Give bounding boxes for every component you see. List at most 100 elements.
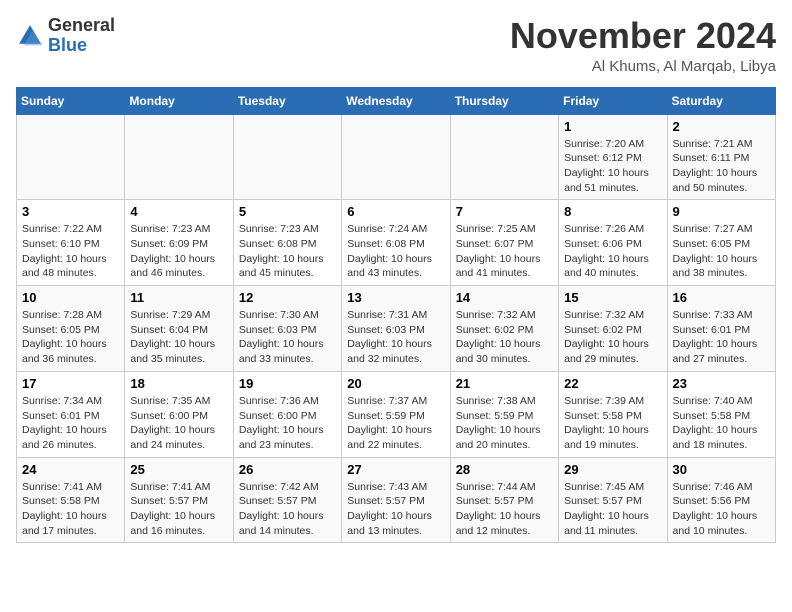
day-number: 18	[130, 376, 227, 391]
cell-content: Sunrise: 7:37 AM Sunset: 5:59 PM Dayligh…	[347, 394, 444, 453]
calendar-cell-3-6: 15Sunrise: 7:32 AM Sunset: 6:02 PM Dayli…	[559, 286, 667, 372]
calendar-cell-5-7: 30 Sunrise: 7:46 AM Sunset: 5:56 PM Dayli…	[667, 457, 775, 543]
calendar-cell-1-2	[125, 114, 233, 200]
month-year: November 2024	[510, 16, 776, 56]
calendar-cell-3-1: 10Sunrise: 7:28 AM Sunset: 6:05 PM Dayli…	[17, 286, 125, 372]
cell-content: Sunrise: 7:22 AM Sunset: 6:10 PM Dayligh…	[22, 222, 119, 281]
calendar-cell-2-6: 8Sunrise: 7:26 AM Sunset: 6:06 PM Daylig…	[559, 200, 667, 286]
cell-content: Sunrise: 7:46 AM Sunset: 5:56 PM Dayligh…	[673, 480, 770, 539]
day-number: 9	[673, 204, 770, 219]
cell-content: Sunrise: 7:32 AM Sunset: 6:02 PM Dayligh…	[456, 308, 553, 367]
logo-text: General Blue	[48, 16, 115, 56]
calendar-cell-5-1: 24 Sunrise: 7:41 AM Sunset: 5:58 PM Dayli…	[17, 457, 125, 543]
cell-content: Sunrise: 7:42 AM Sunset: 5:57 PM Dayligh…	[239, 480, 336, 539]
cell-content: Sunrise: 7:28 AM Sunset: 6:05 PM Dayligh…	[22, 308, 119, 367]
cell-content: Sunrise: 7:33 AM Sunset: 6:01 PM Dayligh…	[673, 308, 770, 367]
logo-icon	[16, 22, 44, 50]
cell-content: Sunrise: 7:36 AM Sunset: 6:00 PM Dayligh…	[239, 394, 336, 453]
calendar-cell-5-3: 26 Sunrise: 7:42 AM Sunset: 5:57 PM Dayli…	[233, 457, 341, 543]
day-number: 23	[673, 376, 770, 391]
weekday-header-row: SundayMondayTuesdayWednesdayThursdayFrid…	[17, 87, 776, 114]
cell-content: Sunrise: 7:38 AM Sunset: 5:59 PM Dayligh…	[456, 394, 553, 453]
weekday-header-thursday: Thursday	[450, 87, 558, 114]
weekday-header-friday: Friday	[559, 87, 667, 114]
cell-content: Sunrise: 7:41 AM Sunset: 5:58 PM Dayligh…	[22, 480, 119, 539]
cell-content: Sunrise: 7:27 AM Sunset: 6:05 PM Dayligh…	[673, 222, 770, 281]
cell-content: Sunrise: 7:24 AM Sunset: 6:08 PM Dayligh…	[347, 222, 444, 281]
day-number: 1	[564, 119, 661, 134]
calendar-week-3: 10Sunrise: 7:28 AM Sunset: 6:05 PM Dayli…	[17, 286, 776, 372]
location: Al Khums, Al Marqab, Libya	[510, 58, 776, 75]
day-number: 22	[564, 376, 661, 391]
calendar-cell-3-2: 11 Sunrise: 7:29 AM Sunset: 6:04 PM Dayli…	[125, 286, 233, 372]
calendar-cell-5-6: 29 Sunrise: 7:45 AM Sunset: 5:57 PM Dayli…	[559, 457, 667, 543]
calendar-cell-1-1	[17, 114, 125, 200]
title-block: November 2024 Al Khums, Al Marqab, Libya	[510, 16, 776, 75]
day-number: 25	[130, 462, 227, 477]
day-number: 6	[347, 204, 444, 219]
cell-content: Sunrise: 7:23 AM Sunset: 6:09 PM Dayligh…	[130, 222, 227, 281]
calendar-cell-4-2: 18 Sunrise: 7:35 AM Sunset: 6:00 PM Dayli…	[125, 371, 233, 457]
calendar-cell-2-2: 4 Sunrise: 7:23 AM Sunset: 6:09 PM Daylig…	[125, 200, 233, 286]
day-number: 14	[456, 290, 553, 305]
cell-content: Sunrise: 7:21 AM Sunset: 6:11 PM Dayligh…	[673, 137, 770, 196]
day-number: 2	[673, 119, 770, 134]
cell-content: Sunrise: 7:40 AM Sunset: 5:58 PM Dayligh…	[673, 394, 770, 453]
logo-general-text: General	[48, 15, 115, 35]
calendar-cell-5-2: 25 Sunrise: 7:41 AM Sunset: 5:57 PM Dayli…	[125, 457, 233, 543]
calendar-body: 1 Sunrise: 7:20 AM Sunset: 6:12 PM Daylig…	[17, 114, 776, 543]
calendar-cell-4-6: 22Sunrise: 7:39 AM Sunset: 5:58 PM Dayli…	[559, 371, 667, 457]
calendar-cell-3-7: 16 Sunrise: 7:33 AM Sunset: 6:01 PM Dayli…	[667, 286, 775, 372]
weekday-header-saturday: Saturday	[667, 87, 775, 114]
calendar-cell-3-3: 12 Sunrise: 7:30 AM Sunset: 6:03 PM Dayli…	[233, 286, 341, 372]
cell-content: Sunrise: 7:41 AM Sunset: 5:57 PM Dayligh…	[130, 480, 227, 539]
calendar-cell-4-3: 19Sunrise: 7:36 AM Sunset: 6:00 PM Dayli…	[233, 371, 341, 457]
cell-content: Sunrise: 7:20 AM Sunset: 6:12 PM Dayligh…	[564, 137, 661, 196]
day-number: 11	[130, 290, 227, 305]
day-number: 17	[22, 376, 119, 391]
day-number: 27	[347, 462, 444, 477]
calendar-cell-2-7: 9 Sunrise: 7:27 AM Sunset: 6:05 PM Daylig…	[667, 200, 775, 286]
calendar-cell-2-5: 7Sunrise: 7:25 AM Sunset: 6:07 PM Daylig…	[450, 200, 558, 286]
calendar-cell-3-4: 13Sunrise: 7:31 AM Sunset: 6:03 PM Dayli…	[342, 286, 450, 372]
weekday-header-sunday: Sunday	[17, 87, 125, 114]
logo-blue-text: Blue	[48, 35, 87, 55]
calendar-cell-2-1: 3 Sunrise: 7:22 AM Sunset: 6:10 PM Daylig…	[17, 200, 125, 286]
calendar-cell-2-3: 5 Sunrise: 7:23 AM Sunset: 6:08 PM Daylig…	[233, 200, 341, 286]
cell-content: Sunrise: 7:35 AM Sunset: 6:00 PM Dayligh…	[130, 394, 227, 453]
calendar-cell-3-5: 14 Sunrise: 7:32 AM Sunset: 6:02 PM Dayli…	[450, 286, 558, 372]
calendar-week-4: 17 Sunrise: 7:34 AM Sunset: 6:01 PM Dayli…	[17, 371, 776, 457]
weekday-header-monday: Monday	[125, 87, 233, 114]
day-number: 28	[456, 462, 553, 477]
day-number: 3	[22, 204, 119, 219]
calendar-cell-5-4: 27Sunrise: 7:43 AM Sunset: 5:57 PM Dayli…	[342, 457, 450, 543]
day-number: 16	[673, 290, 770, 305]
calendar-week-5: 24 Sunrise: 7:41 AM Sunset: 5:58 PM Dayli…	[17, 457, 776, 543]
logo: General Blue	[16, 16, 115, 56]
cell-content: Sunrise: 7:29 AM Sunset: 6:04 PM Dayligh…	[130, 308, 227, 367]
weekday-header-wednesday: Wednesday	[342, 87, 450, 114]
day-number: 26	[239, 462, 336, 477]
calendar-cell-4-7: 23 Sunrise: 7:40 AM Sunset: 5:58 PM Dayli…	[667, 371, 775, 457]
day-number: 8	[564, 204, 661, 219]
day-number: 30	[673, 462, 770, 477]
calendar-cell-1-4	[342, 114, 450, 200]
day-number: 29	[564, 462, 661, 477]
cell-content: Sunrise: 7:45 AM Sunset: 5:57 PM Dayligh…	[564, 480, 661, 539]
cell-content: Sunrise: 7:30 AM Sunset: 6:03 PM Dayligh…	[239, 308, 336, 367]
cell-content: Sunrise: 7:34 AM Sunset: 6:01 PM Dayligh…	[22, 394, 119, 453]
day-number: 4	[130, 204, 227, 219]
day-number: 15	[564, 290, 661, 305]
calendar-cell-5-5: 28 Sunrise: 7:44 AM Sunset: 5:57 PM Dayli…	[450, 457, 558, 543]
cell-content: Sunrise: 7:23 AM Sunset: 6:08 PM Dayligh…	[239, 222, 336, 281]
day-number: 24	[22, 462, 119, 477]
day-number: 21	[456, 376, 553, 391]
day-number: 5	[239, 204, 336, 219]
weekday-header-tuesday: Tuesday	[233, 87, 341, 114]
calendar-week-1: 1 Sunrise: 7:20 AM Sunset: 6:12 PM Daylig…	[17, 114, 776, 200]
day-number: 13	[347, 290, 444, 305]
calendar-cell-1-7: 2 Sunrise: 7:21 AM Sunset: 6:11 PM Daylig…	[667, 114, 775, 200]
day-number: 12	[239, 290, 336, 305]
day-number: 20	[347, 376, 444, 391]
cell-content: Sunrise: 7:44 AM Sunset: 5:57 PM Dayligh…	[456, 480, 553, 539]
